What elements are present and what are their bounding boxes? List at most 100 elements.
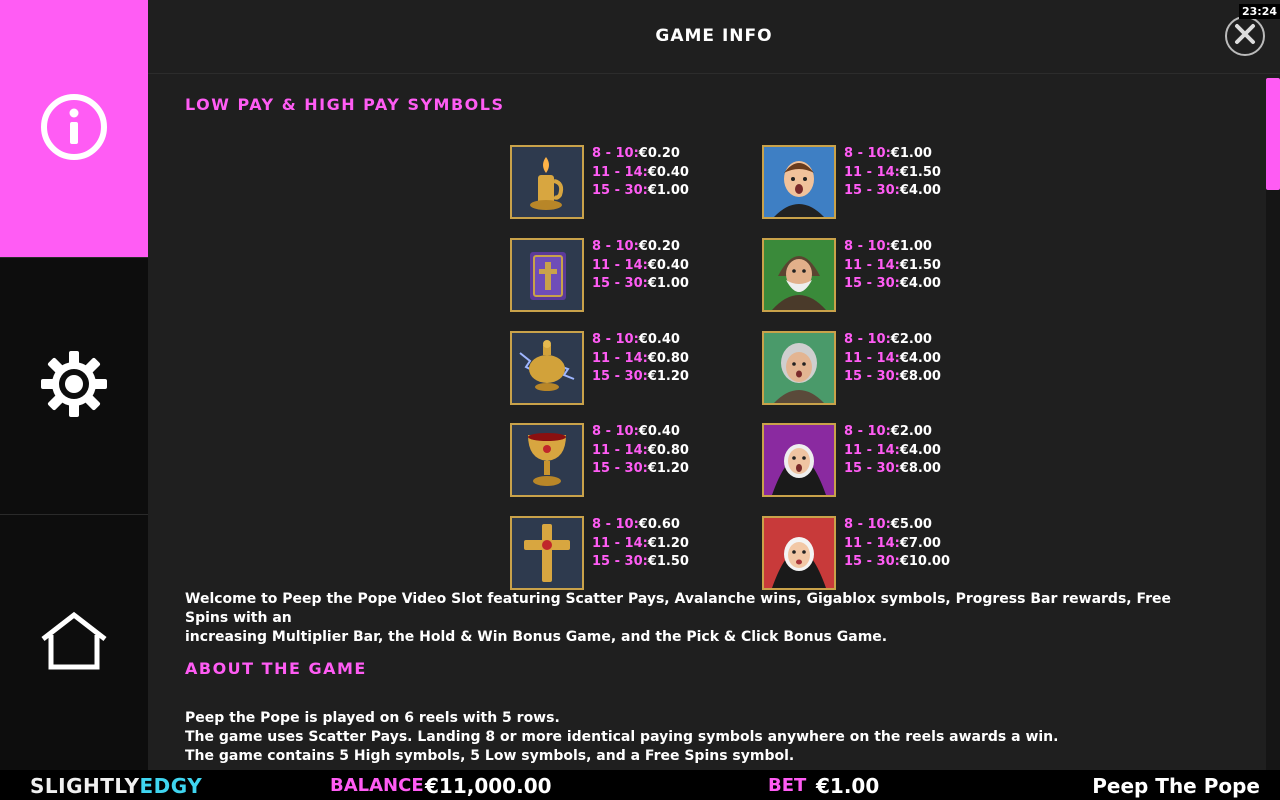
pay-range: 11 - 14: — [844, 442, 900, 458]
pay-range: 15 - 30: — [592, 276, 648, 291]
pay-range: 11 - 14: — [592, 442, 648, 458]
game-name: Peep The Pope — [1092, 774, 1260, 798]
info-button[interactable] — [0, 0, 148, 257]
pay-range: 8 - 10: — [592, 239, 639, 254]
pay-value: €1.20 — [647, 369, 689, 384]
pay-value: €4.00 — [899, 183, 941, 198]
old-woman-icon — [762, 331, 836, 405]
pay-range: 11 - 14: — [592, 164, 648, 180]
pay-table: 8 - 10:€0.20 11 - 14:€0.40 15 - 30:€1.00 — [592, 238, 689, 294]
clock: 23:24 — [1238, 4, 1280, 19]
symbol-row: 8 - 10:€5.00 11 - 14:€7.00 15 - 30:€10.0… — [762, 516, 1022, 592]
pay-range: 11 - 14: — [844, 257, 900, 273]
censer-icon — [510, 331, 584, 405]
pay-range: 15 - 30: — [592, 369, 648, 384]
pay-range: 11 - 14: — [844, 164, 900, 180]
home-button[interactable] — [0, 515, 148, 770]
pay-value: €0.20 — [638, 146, 680, 161]
about-paragraph: Peep the Pope is played on 6 reels with … — [185, 709, 1195, 766]
info-icon — [40, 93, 108, 165]
pay-range: 15 - 30: — [592, 183, 648, 198]
bet-value: €1.00 — [816, 774, 880, 798]
symbol-row: 8 - 10:€0.40 11 - 14:€0.80 15 - 30:€1.20 — [510, 331, 770, 407]
settings-button[interactable] — [0, 258, 148, 514]
header: GAME INFO — [148, 0, 1280, 74]
home-icon — [39, 611, 109, 675]
pay-value: €4.00 — [899, 350, 941, 366]
pay-table: 8 - 10:€1.00 11 - 14:€1.50 15 - 30:€4.00 — [844, 145, 941, 201]
pay-value: €8.00 — [899, 461, 941, 476]
pay-range: 8 - 10: — [844, 424, 891, 439]
young-nun-icon — [762, 516, 836, 590]
symbol-row: 8 - 10:€0.20 11 - 14:€0.40 15 - 30:€1.00 — [510, 238, 770, 314]
pay-value: €10.00 — [899, 554, 950, 569]
brand-logo: SLIGHTLYEDGY — [30, 774, 202, 798]
pay-range: 8 - 10: — [592, 332, 639, 347]
pay-value: €0.40 — [638, 332, 680, 347]
pay-value: €1.50 — [899, 257, 941, 273]
pay-table: 8 - 10:€0.60 11 - 14:€1.20 15 - 30:€1.50 — [592, 516, 689, 572]
pay-range: 15 - 30: — [592, 554, 648, 569]
pay-range: 15 - 30: — [844, 276, 900, 291]
balance-label: BALANCE — [330, 775, 424, 796]
gear-icon — [39, 349, 109, 423]
pay-table: 8 - 10:€2.00 11 - 14:€4.00 15 - 30:€8.00 — [844, 423, 941, 479]
pay-value: €1.20 — [647, 535, 689, 551]
bible-icon — [510, 238, 584, 312]
pay-range: 11 - 14: — [592, 350, 648, 366]
pay-value: €1.00 — [647, 183, 689, 198]
pay-value: €1.00 — [890, 146, 932, 161]
pay-range: 11 - 14: — [592, 535, 648, 551]
symbol-row: 8 - 10:€1.00 11 - 14:€1.50 15 - 30:€4.00 — [762, 145, 1022, 221]
symbol-row: 8 - 10:€2.00 11 - 14:€4.00 15 - 30:€8.00 — [762, 331, 1022, 407]
section-title: LOW PAY & HIGH PAY SYMBOLS — [185, 95, 505, 114]
pay-range: 15 - 30: — [844, 554, 900, 569]
pay-value: €1.00 — [647, 276, 689, 291]
pay-range: 8 - 10: — [844, 146, 891, 161]
pay-table: 8 - 10:€0.40 11 - 14:€0.80 15 - 30:€1.20 — [592, 423, 689, 479]
symbol-row: 8 - 10:€1.00 11 - 14:€1.50 15 - 30:€4.00 — [762, 238, 1022, 314]
bottom-bar: SLIGHTLYEDGY BALANCE €11,000.00 BET €1.0… — [0, 770, 1280, 800]
welcome-line: Welcome to Peep the Pope Video Slot feat… — [185, 591, 1172, 626]
about-line: Peep the Pope is played on 6 reels with … — [185, 710, 560, 726]
pay-value: €2.00 — [890, 332, 932, 347]
pay-value: €0.60 — [638, 517, 680, 532]
pay-value: €7.00 — [899, 535, 941, 551]
pay-range: 15 - 30: — [844, 461, 900, 476]
welcome-line: increasing Multiplier Bar, the Hold & Wi… — [185, 629, 888, 645]
pay-value: €5.00 — [890, 517, 932, 532]
pay-value: €1.50 — [647, 554, 689, 569]
pay-table: 8 - 10:€0.40 11 - 14:€0.80 15 - 30:€1.20 — [592, 331, 689, 387]
section-title: ABOUT THE GAME — [185, 659, 367, 678]
shocked-nun-icon — [762, 423, 836, 497]
pay-range: 8 - 10: — [592, 146, 639, 161]
old-monk-icon — [762, 238, 836, 312]
close-button[interactable] — [1225, 16, 1265, 56]
symbol-row: 8 - 10:€0.40 11 - 14:€0.80 15 - 30:€1.20 — [510, 423, 770, 499]
pay-range: 11 - 14: — [592, 257, 648, 273]
pay-value: €1.00 — [890, 239, 932, 254]
close-icon — [1234, 23, 1256, 49]
symbol-row: 8 - 10:€0.60 11 - 14:€1.20 15 - 30:€1.50 — [510, 516, 770, 592]
pay-range: 11 - 14: — [844, 350, 900, 366]
game-info-content[interactable]: LOW PAY & HIGH PAY SYMBOLS 8 - 10:€0.20 … — [148, 74, 1280, 770]
pay-range: 15 - 30: — [592, 461, 648, 476]
scrollbar-thumb[interactable] — [1266, 78, 1280, 190]
pay-range: 11 - 14: — [844, 535, 900, 551]
pay-range: 15 - 30: — [844, 183, 900, 198]
logo-text: SLIGHTLY — [30, 774, 140, 798]
symbol-row: 8 - 10:€2.00 11 - 14:€4.00 15 - 30:€8.00 — [762, 423, 1022, 499]
page-title: GAME INFO — [655, 26, 773, 46]
pay-range: 8 - 10: — [592, 424, 639, 439]
pay-value: €0.20 — [638, 239, 680, 254]
pay-range: 15 - 30: — [844, 369, 900, 384]
balance-value: €11,000.00 — [425, 774, 552, 798]
pay-range: 8 - 10: — [592, 517, 639, 532]
pay-range: 8 - 10: — [844, 239, 891, 254]
pay-table: 8 - 10:€0.20 11 - 14:€0.40 15 - 30:€1.00 — [592, 145, 689, 201]
welcome-paragraph: Welcome to Peep the Pope Video Slot feat… — [185, 590, 1195, 647]
chalice-icon — [510, 423, 584, 497]
pay-value: €2.00 — [890, 424, 932, 439]
pay-value: €8.00 — [899, 369, 941, 384]
pay-range: 8 - 10: — [844, 332, 891, 347]
